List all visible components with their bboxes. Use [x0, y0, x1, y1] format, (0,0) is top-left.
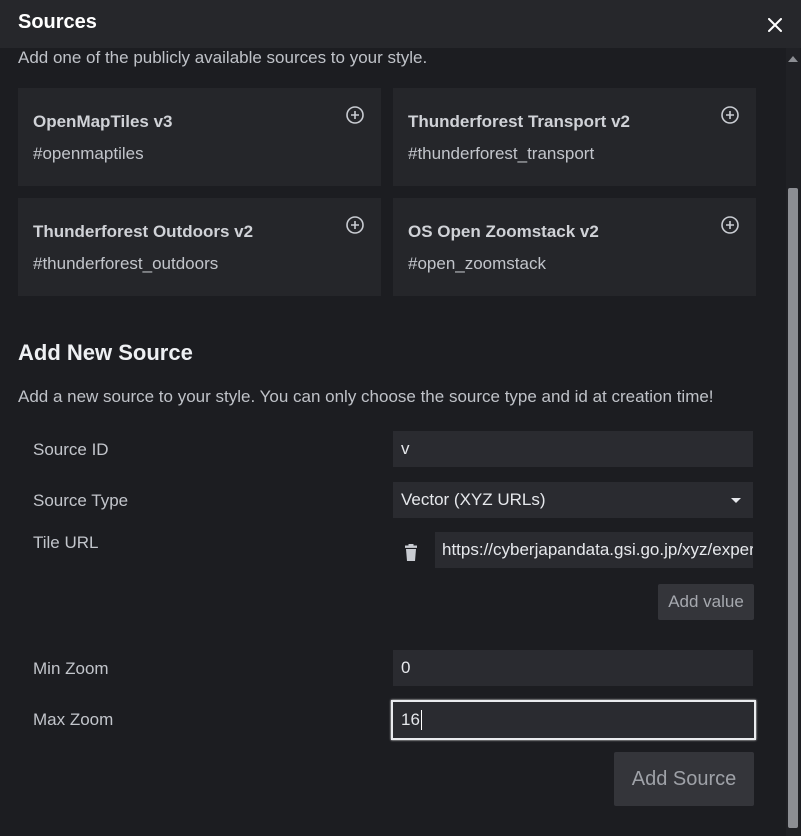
source-card-open-zoomstack[interactable]: OS Open Zoomstack v2 #open_zoomstack: [393, 198, 756, 296]
add-new-source-description: Add a new source to your style. You can …: [18, 387, 714, 406]
scrollbar[interactable]: [786, 48, 800, 836]
tile-url-input[interactable]: https://cyberjapandata.gsi.go.jp/xyz/exp…: [435, 532, 753, 568]
source-card-thunderforest-outdoors[interactable]: Thunderforest Outdoors v2 #thunderforest…: [18, 198, 381, 296]
source-card-thunderforest-transport[interactable]: Thunderforest Transport v2 #thunderfores…: [393, 88, 756, 186]
caret-down-icon: [731, 498, 741, 503]
tile-url-label: Tile URL: [33, 533, 99, 552]
source-card-id: #open_zoomstack: [408, 254, 546, 273]
source-type-value: Vector (XYZ URLs): [401, 490, 546, 509]
source-card-openmaptiles[interactable]: OpenMapTiles v3 #openmaptiles: [18, 88, 381, 186]
source-id-input[interactable]: v: [393, 431, 753, 467]
source-id-value: v: [401, 439, 410, 458]
dialog-body: Add one of the publicly available source…: [0, 48, 801, 836]
add-new-source-heading: Add New Source: [18, 340, 193, 365]
close-button[interactable]: [762, 12, 788, 38]
dialog-title: Sources: [18, 11, 97, 33]
source-id-label: Source ID: [33, 440, 109, 459]
source-card-id: #thunderforest_transport: [408, 144, 595, 163]
plus-circle-icon[interactable]: [345, 215, 365, 235]
source-type-select[interactable]: Vector (XYZ URLs): [393, 482, 753, 518]
source-card-title: Thunderforest Outdoors v2: [33, 222, 254, 241]
min-zoom-label: Min Zoom: [33, 659, 109, 678]
source-card-title: OpenMapTiles v3: [33, 112, 173, 131]
scroll-up-icon[interactable]: [788, 56, 798, 62]
add-value-button[interactable]: Add value: [658, 584, 754, 620]
add-source-button[interactable]: Add Source: [614, 752, 754, 806]
text-cursor: [420, 710, 422, 730]
max-zoom-input[interactable]: 16: [391, 700, 756, 740]
dialog-header: Sources: [0, 0, 801, 48]
min-zoom-input[interactable]: 0: [393, 650, 753, 686]
public-sources-intro: Add one of the publicly available source…: [18, 48, 428, 67]
plus-circle-icon[interactable]: [720, 105, 740, 125]
source-card-title: OS Open Zoomstack v2: [408, 222, 599, 241]
max-zoom-value: 16: [401, 710, 420, 729]
close-icon: [768, 18, 782, 32]
plus-circle-icon[interactable]: [345, 105, 365, 125]
max-zoom-label: Max Zoom: [33, 710, 114, 729]
tile-url-value: https://cyberjapandata.gsi.go.jp/xyz/exp…: [442, 540, 753, 559]
source-card-id: #thunderforest_outdoors: [33, 254, 219, 273]
plus-circle-icon[interactable]: [720, 215, 740, 235]
trash-icon[interactable]: [403, 544, 419, 562]
source-type-label: Source Type: [33, 491, 129, 510]
source-card-id: #openmaptiles: [33, 144, 144, 163]
min-zoom-value: 0: [401, 658, 411, 677]
source-card-title: Thunderforest Transport v2: [408, 112, 630, 131]
scrollbar-thumb[interactable]: [788, 188, 798, 828]
